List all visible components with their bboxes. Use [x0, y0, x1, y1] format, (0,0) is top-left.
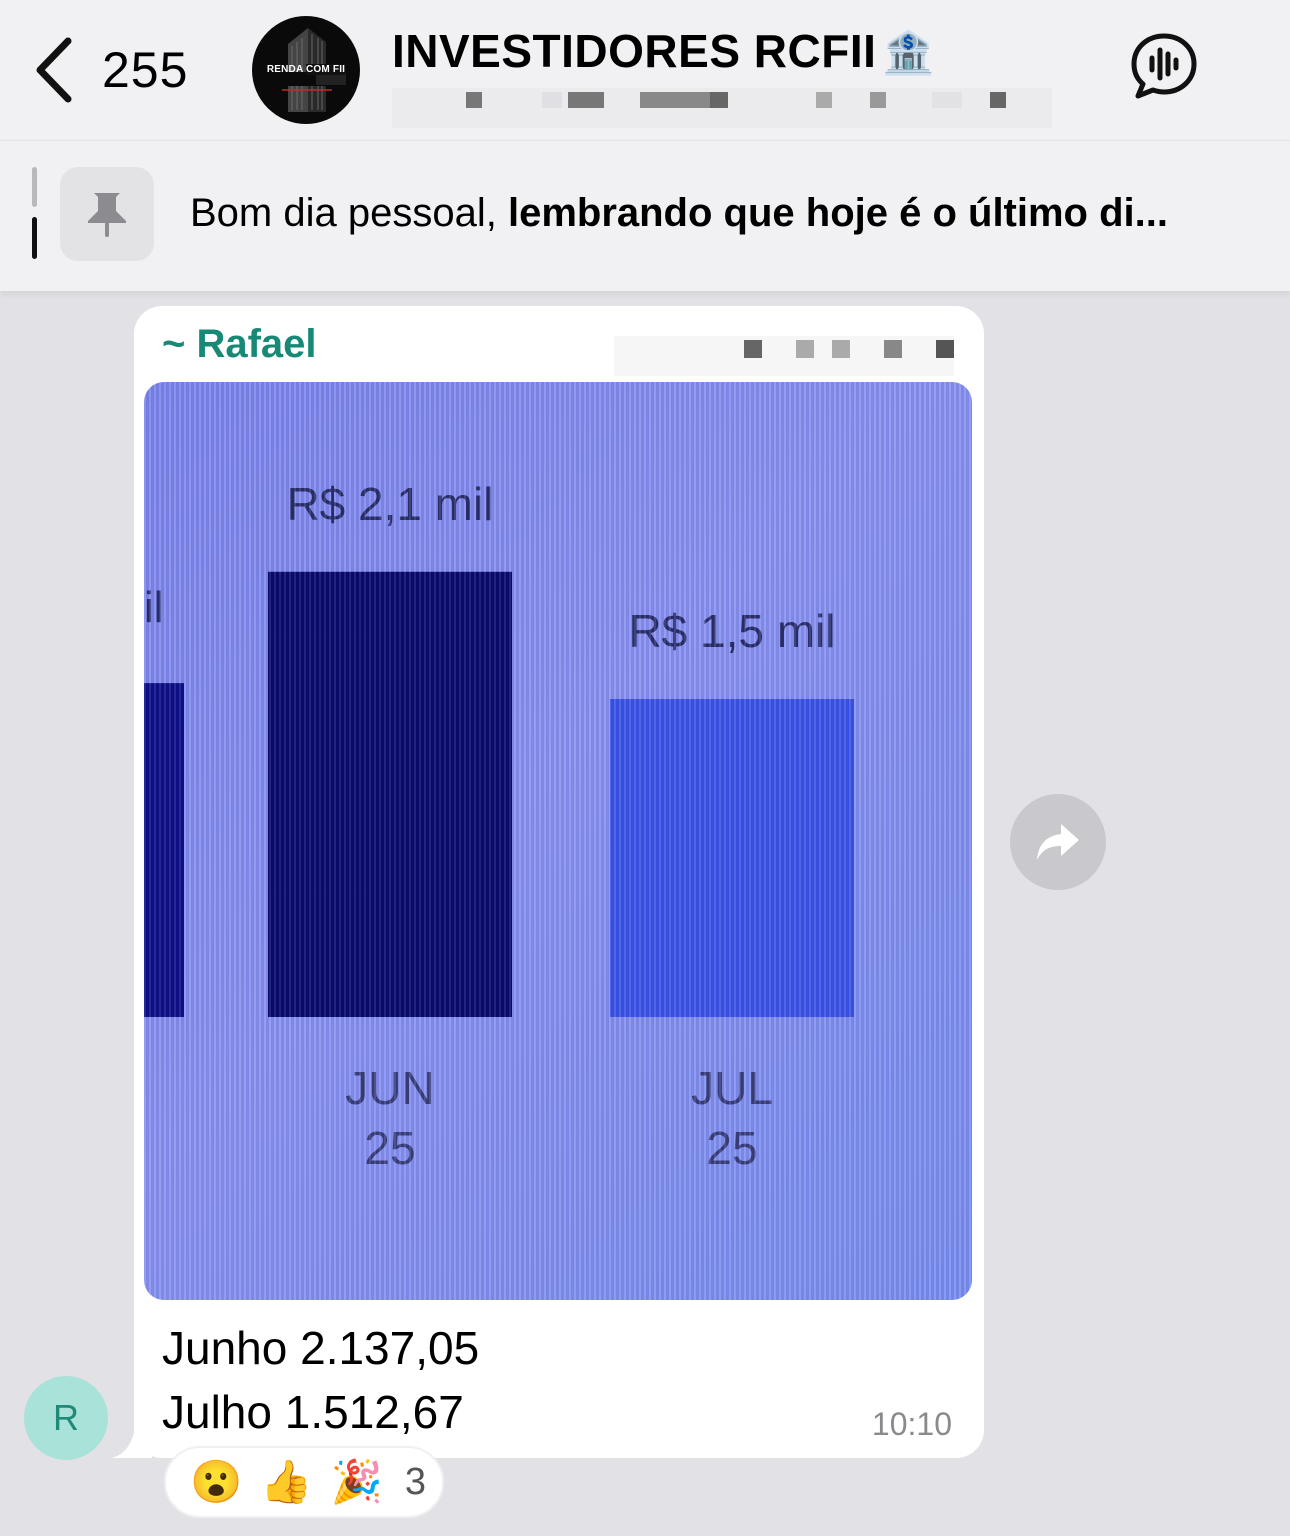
- sender-avatar[interactable]: R: [24, 1376, 108, 1460]
- forward-icon: [1037, 824, 1079, 860]
- caption-line-july: Julho 1.512,67: [162, 1386, 464, 1438]
- bank-icon: 🏦: [882, 29, 936, 76]
- bar-partial-previous: [144, 683, 184, 1017]
- pin-button[interactable]: [60, 167, 154, 261]
- members-redacted: [392, 88, 1052, 128]
- bar-jun: [268, 571, 512, 1017]
- pinned-message-text: Bom dia pessoal, lembrando que hoje é o …: [190, 191, 1168, 235]
- tick-label-month-0: JUN: [345, 1062, 434, 1114]
- group-title[interactable]: INVESTIDORES RCFII 🏦: [392, 24, 935, 78]
- party-reaction-icon[interactable]: 🎉: [331, 1461, 383, 1503]
- sender-name[interactable]: ~ Rafael: [162, 322, 317, 367]
- voice-chat-icon[interactable]: [1128, 30, 1200, 102]
- group-avatar[interactable]: RENDA COM FII: [252, 16, 360, 124]
- message-bubble[interactable]: ~ Rafael il R$ 2,1 mil JUN 25 R$ 1,5 mil JUL 2…: [134, 306, 984, 1458]
- chart-photo[interactable]: il R$ 2,1 mil JUN 25 R$ 1,5 mil JUL 25: [144, 382, 972, 1300]
- back-button[interactable]: 255: [30, 30, 210, 110]
- bar-jul: [610, 699, 854, 1017]
- data-label-jul: R$ 1,5 mil: [628, 605, 835, 657]
- tick-label-month-1: JUL: [691, 1062, 773, 1114]
- sender-phone-redacted: [614, 336, 954, 376]
- bar-chart: il R$ 2,1 mil JUN 25 R$ 1,5 mil JUL 25: [144, 478, 854, 1174]
- avatar-logo-text: RENDA COM FII: [266, 64, 346, 75]
- thumbs-up-reaction-icon[interactable]: 👍: [260, 1461, 312, 1503]
- chat-header: 255 RENDA COM FII INVESTIDORES RCFII 🏦: [0, 0, 1290, 140]
- pinned-position-indicator: [32, 167, 38, 263]
- reactions-bar[interactable]: 😮 👍 🎉 3: [164, 1446, 444, 1518]
- caption-line-june: Junho 2.137,05: [162, 1322, 480, 1374]
- reaction-count: 3: [404, 1460, 427, 1503]
- chevron-left-icon: [36, 37, 72, 103]
- message-caption: Junho 2.137,05 Julho 1.512,67: [162, 1316, 479, 1444]
- surprised-reaction-icon[interactable]: 😮: [190, 1461, 242, 1503]
- pinned-message-bar[interactable]: Bom dia pessoal, lembrando que hoje é o …: [0, 140, 1290, 291]
- data-label-jun: R$ 2,1 mil: [286, 478, 493, 530]
- message-time: 10:10: [871, 1406, 952, 1442]
- pin-icon: [88, 193, 126, 237]
- unread-count: 255: [102, 42, 189, 98]
- tick-label-year-1: 25: [706, 1122, 757, 1174]
- forward-button[interactable]: [1010, 794, 1106, 890]
- tick-label-year-0: 25: [364, 1122, 415, 1174]
- data-label-partial: il: [144, 583, 164, 632]
